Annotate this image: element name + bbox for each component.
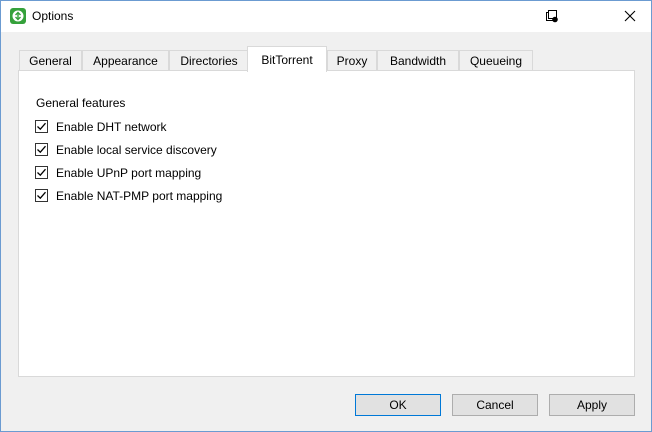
- bittorrent-panel: General features Enable DHT network Enab…: [18, 70, 635, 377]
- nat-pmp-port-mapping-label: Enable NAT-PMP port mapping: [56, 189, 223, 203]
- ok-button[interactable]: OK: [355, 394, 441, 416]
- tab-queueing[interactable]: Queueing: [459, 50, 533, 70]
- cancel-button[interactable]: Cancel: [452, 394, 538, 416]
- local-service-discovery-checkbox[interactable]: [35, 143, 48, 156]
- tab-general[interactable]: General: [19, 50, 82, 70]
- local-service-discovery-label: Enable local service discovery: [56, 143, 217, 157]
- dht-network-label: Enable DHT network: [56, 120, 167, 134]
- tab-proxy[interactable]: Proxy: [327, 50, 377, 70]
- options-tabs: General Appearance Directories BitTorren…: [1, 1, 651, 432]
- nat-pmp-port-mapping-checkbox[interactable]: [35, 189, 48, 202]
- upnp-port-mapping-label: Enable UPnP port mapping: [56, 166, 202, 180]
- tab-directories[interactable]: Directories: [169, 50, 249, 70]
- apply-button[interactable]: Apply: [549, 394, 635, 416]
- upnp-port-mapping-checkbox[interactable]: [35, 166, 48, 179]
- dht-network-checkbox[interactable]: [35, 120, 48, 133]
- tab-bandwidth[interactable]: Bandwidth: [377, 50, 459, 70]
- tab-appearance[interactable]: Appearance: [82, 50, 169, 70]
- options-dialog: Options General Appearance Directories B…: [0, 0, 652, 432]
- general-features-label: General features: [36, 96, 126, 110]
- tab-bittorrent[interactable]: BitTorrent: [247, 46, 327, 72]
